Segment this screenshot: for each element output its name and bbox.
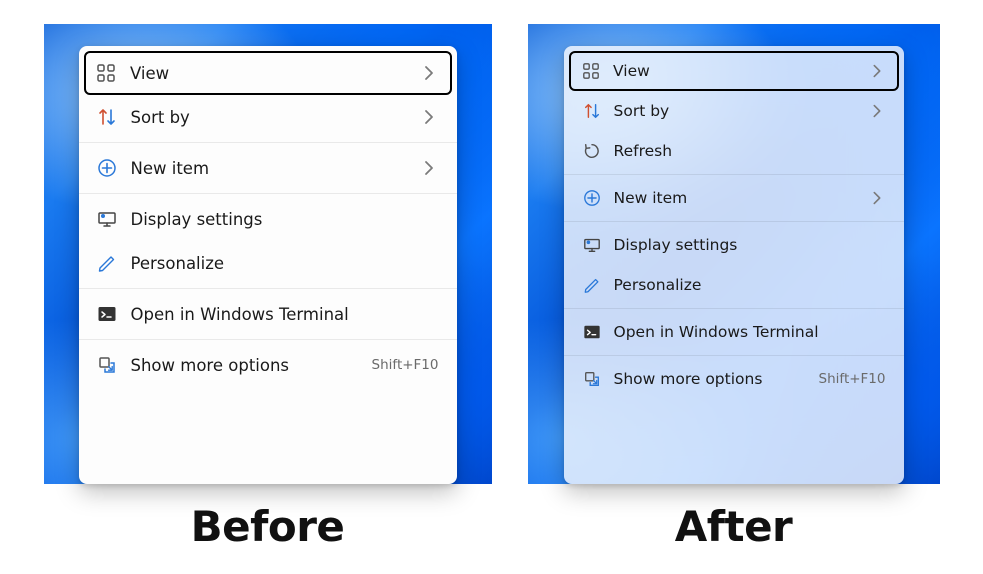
new-item-icon [97,158,117,178]
menu-shortcut: Shift+F10 [819,371,886,387]
separator [564,308,904,309]
separator [564,174,904,175]
display-settings-icon [582,235,602,255]
menu-item-new[interactable]: New item [84,146,452,190]
show-more-icon [582,369,602,389]
new-item-icon [582,188,602,208]
menu-item-show-more[interactable]: Show more options Shift+F10 [84,343,452,387]
before-label: Before [191,502,345,551]
separator [564,355,904,356]
menu-item-label: Open in Windows Terminal [131,305,439,324]
menu-item-label: Show more options [614,370,819,388]
menu-item-open-terminal[interactable]: Open in Windows Terminal [569,312,899,352]
context-menu-after: View Sort by Refresh New item [564,46,904,484]
terminal-icon [97,304,117,324]
chevron-right-icon [868,62,886,80]
menu-item-label: Personalize [131,254,439,273]
display-settings-icon [97,209,117,229]
separator [79,193,457,194]
menu-item-display-settings[interactable]: Display settings [569,225,899,265]
menu-item-sort-by[interactable]: Sort by [569,91,899,131]
menu-item-label: View [613,62,868,80]
chevron-right-icon [868,189,886,207]
menu-item-show-more[interactable]: Show more options Shift+F10 [569,359,899,399]
view-icon [581,61,601,81]
menu-item-label: Sort by [614,102,868,120]
menu-item-label: Sort by [131,108,419,127]
menu-item-display-settings[interactable]: Display settings [84,197,452,241]
menu-item-open-terminal[interactable]: Open in Windows Terminal [84,292,452,336]
menu-item-label: Show more options [131,356,372,375]
menu-item-label: New item [131,159,419,178]
menu-item-view[interactable]: View [84,51,452,95]
before-wallpaper: View Sort by New item Display se [44,24,492,484]
chevron-right-icon [419,158,439,178]
chevron-right-icon [419,107,439,127]
menu-item-label: Display settings [614,236,886,254]
separator [79,288,457,289]
show-more-icon [97,355,117,375]
after-wallpaper: View Sort by Refresh New item [528,24,940,484]
menu-item-new[interactable]: New item [569,178,899,218]
menu-item-personalize[interactable]: Personalize [569,265,899,305]
sort-icon [97,107,117,127]
menu-item-personalize[interactable]: Personalize [84,241,452,285]
chevron-right-icon [868,102,886,120]
menu-item-sort-by[interactable]: Sort by [84,95,452,139]
terminal-icon [582,322,602,342]
personalize-icon [97,253,117,273]
separator [79,339,457,340]
refresh-icon [582,141,602,161]
separator [79,142,457,143]
personalize-icon [582,275,602,295]
menu-item-label: New item [614,189,868,207]
before-column: View Sort by New item Display se [44,24,492,551]
context-menu-before: View Sort by New item Display se [79,46,457,484]
menu-item-refresh[interactable]: Refresh [569,131,899,171]
separator [564,221,904,222]
menu-item-view[interactable]: View [569,51,899,91]
menu-shortcut: Shift+F10 [372,357,439,373]
menu-item-label: Open in Windows Terminal [614,323,886,341]
after-label: After [675,502,793,551]
menu-item-label: Refresh [614,142,886,160]
menu-item-label: Personalize [614,276,886,294]
menu-item-label: Display settings [131,210,439,229]
view-icon [96,63,116,83]
chevron-right-icon [419,63,439,83]
after-column: View Sort by Refresh New item [528,24,940,551]
menu-item-label: View [130,64,419,83]
sort-icon [582,101,602,121]
